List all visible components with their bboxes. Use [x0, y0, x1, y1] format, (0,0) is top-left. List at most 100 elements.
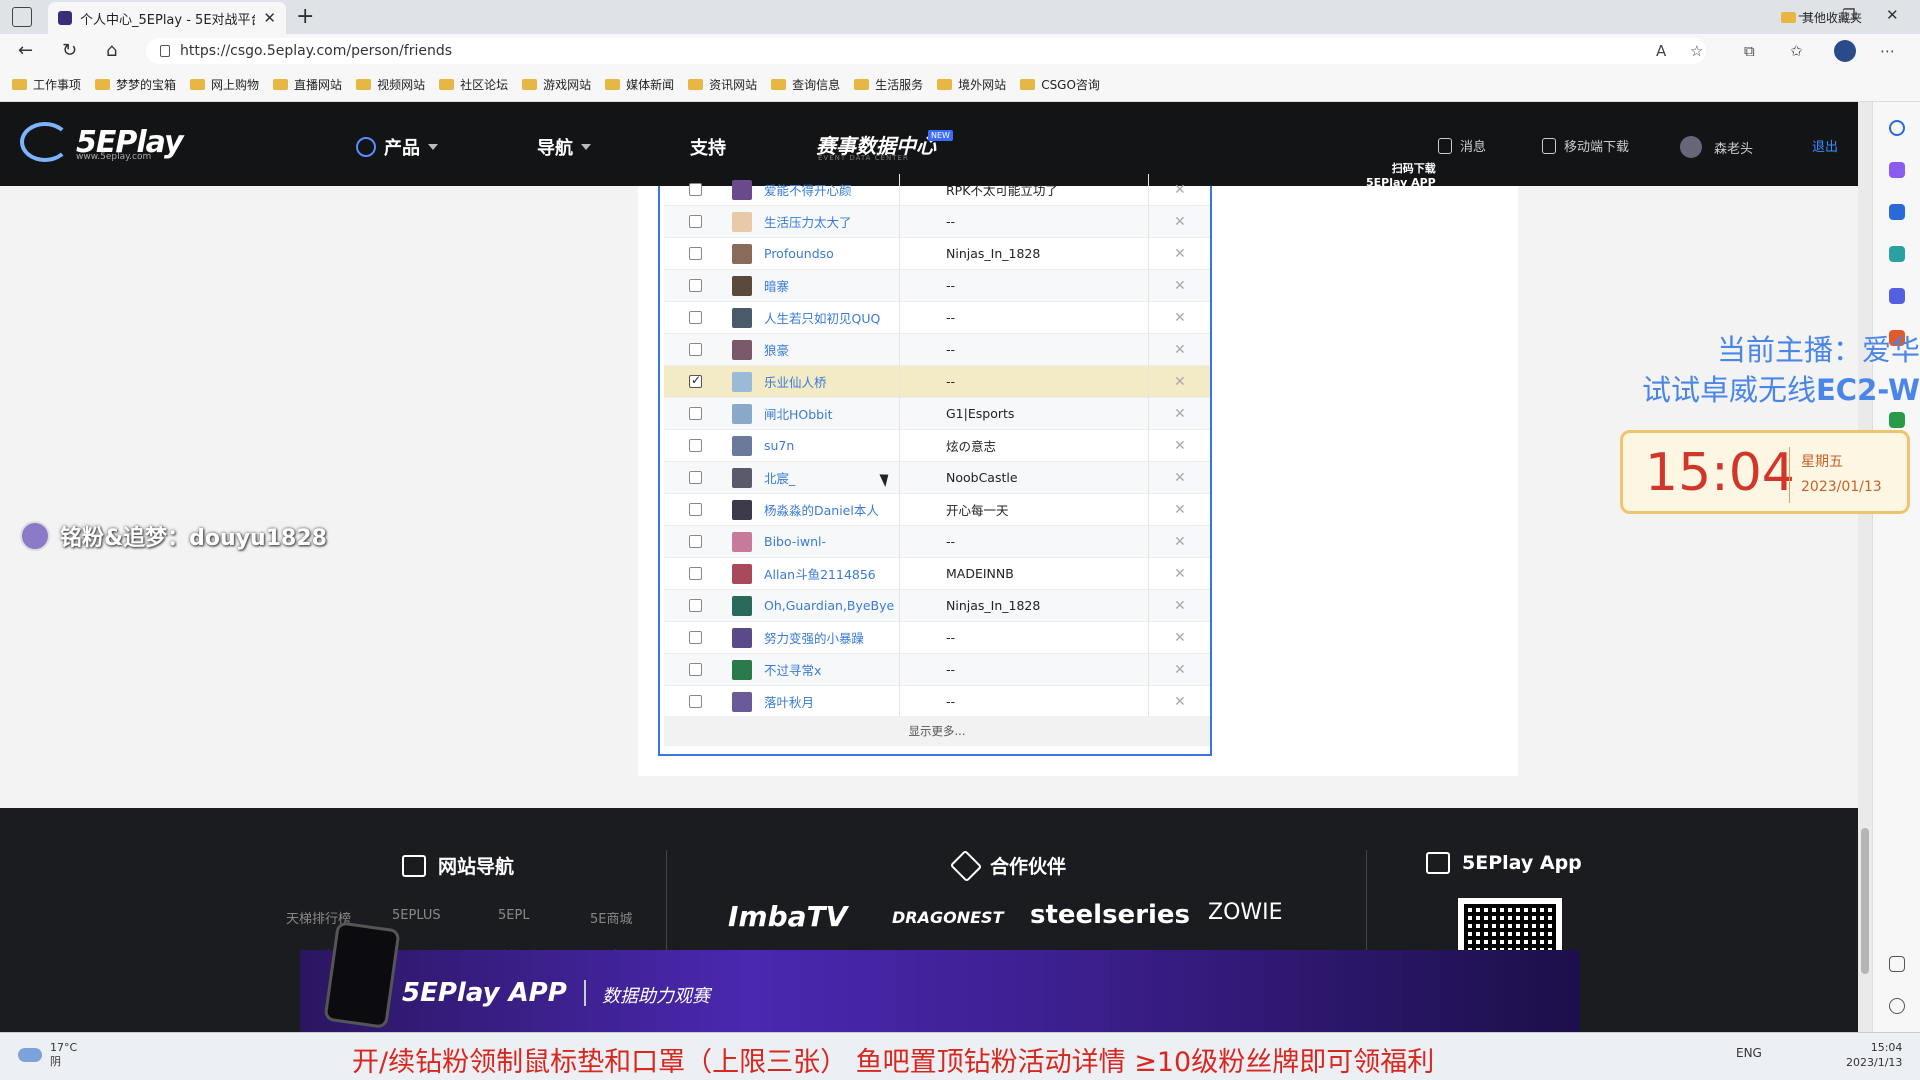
footer-link[interactable]: 5EPLUS [392, 908, 441, 923]
mobile-download-link[interactable]: 移动端下载 [1542, 136, 1629, 155]
bookmark-item[interactable]: 直播网站 [273, 76, 342, 93]
delete-friend-icon[interactable]: ✕ [1174, 406, 1186, 422]
friend-name-link[interactable]: 努力变强的小暴躁 [764, 628, 864, 647]
friend-row[interactable]: 不过寻常x -- ✕ [664, 654, 1210, 686]
friend-name-link[interactable]: 暗寨 [764, 276, 789, 295]
bookmark-item[interactable]: 游戏网站 [522, 76, 591, 93]
friend-row[interactable]: 生活压力太大了 -- ✕ [664, 206, 1210, 238]
user-menu[interactable]: 森老头 [1680, 136, 1753, 158]
friend-name-link[interactable]: 人生若只如初见QUQ [764, 308, 880, 327]
friend-checkbox[interactable] [689, 183, 702, 196]
other-bookmarks[interactable]: 其他收藏夹 [1780, 9, 1862, 26]
friend-name-link[interactable]: 北宸_ [764, 468, 795, 487]
friend-checkbox[interactable] [689, 247, 702, 260]
bookmark-item[interactable]: 境外网站 [937, 76, 1006, 93]
friend-checkbox[interactable] [689, 407, 702, 420]
friend-name-link[interactable]: su7n [764, 438, 794, 453]
scroll-thumb[interactable] [1861, 828, 1869, 974]
friend-row[interactable]: 暗寨 -- ✕ [664, 270, 1210, 302]
new-tab-icon[interactable]: + [296, 4, 314, 29]
bookmark-item[interactable]: 查询信息 [771, 76, 840, 93]
bookmark-item[interactable]: 梦梦的宝箱 [95, 76, 176, 93]
friend-name-link[interactable]: Profoundso [764, 246, 834, 261]
delete-friend-icon[interactable]: ✕ [1174, 438, 1186, 454]
read-aloud-icon[interactable]: A [1656, 42, 1666, 60]
bookmark-item[interactable]: CSGO咨询 [1020, 76, 1100, 93]
reload-icon[interactable]: ↻ [62, 40, 77, 61]
show-more-button[interactable]: 显示更多... [664, 716, 1210, 746]
friend-checkbox[interactable] [689, 535, 702, 548]
bookmark-item[interactable]: 生活服务 [854, 76, 923, 93]
friend-row[interactable]: 落叶秋月 -- ✕ [664, 686, 1210, 718]
delete-friend-icon[interactable]: ✕ [1174, 470, 1186, 486]
friend-row[interactable]: Allan斗鱼2114856 MADEINNB ✕ [664, 558, 1210, 590]
partner-zowie[interactable]: ZOWIE [1208, 900, 1283, 925]
partner-steelseries[interactable]: steelseries [1030, 900, 1190, 930]
friend-row[interactable]: 人生若只如初见QUQ -- ✕ [664, 302, 1210, 334]
extensions-icon[interactable]: ⧉ [1744, 42, 1755, 60]
friend-name-link[interactable]: 闸北HObbit [764, 404, 832, 423]
delete-friend-icon[interactable]: ✕ [1174, 566, 1186, 582]
friend-row[interactable]: 乐业仙人桥 -- ✕ [664, 366, 1210, 398]
split-view-icon[interactable] [1889, 956, 1905, 972]
friend-checkbox[interactable] [689, 567, 702, 580]
browser-tab-active[interactable]: 个人中心_5EPlay - 5E对战平台官 ✕ [48, 2, 286, 34]
partner-imbatv[interactable]: ImbaTV [728, 900, 847, 933]
nav-product[interactable]: 产品 [356, 134, 438, 160]
system-clock[interactable]: 15:04 2023/1/13 [1846, 1040, 1902, 1070]
input-language[interactable]: ENG [1736, 1046, 1762, 1060]
messages-link[interactable]: 消息 [1438, 136, 1486, 155]
delete-friend-icon[interactable]: ✕ [1174, 534, 1186, 550]
footer-link[interactable]: 5EPL [498, 908, 530, 923]
friend-row[interactable]: Bibo-iwnl- -- ✕ [664, 526, 1210, 558]
delete-friend-icon[interactable]: ✕ [1174, 374, 1186, 390]
games-icon[interactable] [1889, 288, 1905, 304]
bookmark-item[interactable]: 社区论坛 [439, 76, 508, 93]
friend-row[interactable]: Profoundso Ninjas_In_1828 ✕ [664, 238, 1210, 270]
friend-checkbox[interactable] [689, 311, 702, 324]
friend-checkbox[interactable] [689, 631, 702, 644]
bookmark-item[interactable]: 网上购物 [190, 76, 259, 93]
bookmark-item[interactable]: 资讯网站 [688, 76, 757, 93]
friend-name-link[interactable]: 狼豪 [764, 340, 789, 359]
friend-checkbox[interactable] [689, 373, 702, 388]
friend-row[interactable]: 狼豪 -- ✕ [664, 334, 1210, 366]
nav-support[interactable]: 支持 [690, 134, 726, 160]
friend-checkbox[interactable] [689, 599, 702, 612]
page-scrollbar[interactable] [1858, 102, 1872, 1032]
search-icon[interactable] [1889, 120, 1905, 136]
friend-row[interactable]: su7n 炫の意志 ✕ [664, 430, 1210, 462]
home-icon[interactable]: ⌂ [106, 40, 117, 61]
weather-widget[interactable]: 17°C 阴 [18, 1041, 77, 1069]
friend-name-link[interactable]: 杨淼淼的Daniel本人 [764, 500, 879, 519]
url-field[interactable]: https://csgo.5eplay.com/person/friends [146, 38, 1706, 64]
friend-checkbox[interactable] [689, 503, 702, 516]
friend-checkbox[interactable] [689, 215, 702, 228]
back-icon[interactable]: ← [18, 40, 33, 61]
delete-friend-icon[interactable]: ✕ [1174, 342, 1186, 358]
friend-checkbox[interactable] [689, 279, 702, 292]
delete-friend-icon[interactable]: ✕ [1174, 694, 1186, 710]
friend-name-link[interactable]: 爱能不得开心颜 [764, 180, 852, 199]
friend-row[interactable]: Oh,Guardian,ByeBye Ninjas_In_1828 ✕ [664, 590, 1210, 622]
favorite-star-icon[interactable]: ☆ [1690, 42, 1703, 60]
profile-avatar[interactable] [1834, 40, 1856, 62]
bookmark-item[interactable]: 媒体新闻 [605, 76, 674, 93]
favorites-icon[interactable]: ✩ [1790, 42, 1803, 60]
delete-friend-icon[interactable]: ✕ [1174, 502, 1186, 518]
tree-icon[interactable] [1889, 412, 1905, 428]
footer-link[interactable]: 5E商城 [590, 908, 633, 927]
friend-checkbox[interactable] [689, 439, 702, 452]
friend-name-link[interactable]: 落叶秋月 [764, 692, 814, 711]
tools-icon[interactable] [1889, 246, 1905, 262]
friend-row[interactable]: 北宸_ NoobCastle ✕ [664, 462, 1210, 494]
tab-close-icon[interactable]: ✕ [263, 9, 276, 27]
friend-row[interactable]: 爱能不得开心颜 RPK不太可能立功了 ✕ [664, 174, 1210, 206]
friend-checkbox[interactable] [689, 663, 702, 676]
friend-name-link[interactable]: Allan斗鱼2114856 [764, 564, 876, 583]
copilot-icon[interactable] [1889, 162, 1905, 178]
bookmark-item[interactable]: 视频网站 [356, 76, 425, 93]
more-icon[interactable]: ⋯ [1880, 42, 1895, 60]
friend-name-link[interactable]: 乐业仙人桥 [764, 372, 827, 391]
delete-friend-icon[interactable]: ✕ [1174, 630, 1186, 646]
